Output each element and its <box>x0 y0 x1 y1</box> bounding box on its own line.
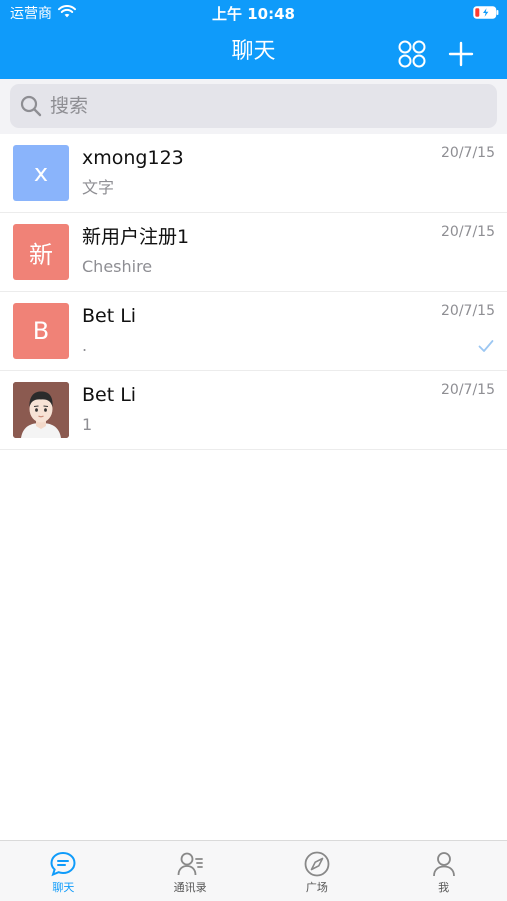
search-icon <box>20 95 42 117</box>
search-input[interactable] <box>48 94 452 118</box>
conversation-name: Bet Li <box>82 305 137 327</box>
apps-grid-icon <box>398 40 426 68</box>
battery-icon <box>473 6 499 19</box>
avatar-initial: B <box>32 317 50 345</box>
read-check-icon <box>478 340 494 352</box>
tab-me[interactable]: 我 <box>380 841 507 901</box>
top-bar: 运营商 上午 10:48 聊天 <box>0 0 507 79</box>
conversation-row[interactable]: Bet Li 1 20/7/15 <box>0 371 507 450</box>
user-portrait-icon <box>13 382 69 438</box>
plus-icon <box>448 41 474 67</box>
avatar: x <box>13 145 69 201</box>
conversation-row[interactable]: B Bet Li . 20/7/15 <box>0 292 507 371</box>
tab-contacts[interactable]: 通讯录 <box>127 841 254 901</box>
chat-icon <box>50 851 76 877</box>
compass-icon <box>304 851 330 877</box>
profile-icon <box>432 852 455 877</box>
conversation-row[interactable]: x xmong123 文字 20/7/15 <box>0 134 507 213</box>
tab-label: 通讯录 <box>173 881 207 894</box>
avatar-initial: x <box>33 159 49 187</box>
conversation-preview: Cheshire <box>82 257 153 276</box>
apps-button[interactable] <box>396 38 428 70</box>
conversation-list: x xmong123 文字 20/7/15 新 新用户注册1 Cheshire … <box>0 134 507 450</box>
avatar: 新 <box>13 224 69 280</box>
avatar-initial: 新 <box>29 240 53 269</box>
search-box[interactable] <box>10 84 497 128</box>
tab-plaza[interactable]: 广场 <box>254 841 381 901</box>
search-bar <box>0 79 507 134</box>
conversation-time: 20/7/15 <box>441 145 495 161</box>
contacts-icon <box>177 852 204 876</box>
conversation-time: 20/7/15 <box>441 303 495 319</box>
add-button[interactable] <box>445 38 477 70</box>
conversation-preview: 文字 <box>82 178 115 197</box>
conversation-row[interactable]: 新 新用户注册1 Cheshire 20/7/15 <box>0 213 507 292</box>
conversation-name: xmong123 <box>82 147 184 169</box>
conversation-name: 新用户注册1 <box>82 226 190 248</box>
tab-label: 聊天 <box>52 881 75 894</box>
conversation-preview: . <box>82 336 88 355</box>
conversation-preview: 1 <box>82 415 93 434</box>
tab-chat[interactable]: 聊天 <box>0 841 127 901</box>
status-time: 上午 10:48 <box>212 5 295 23</box>
tab-label: 我 <box>438 881 450 894</box>
tab-bar: 聊天 通讯录 广场 我 <box>0 840 507 901</box>
avatar: B <box>13 303 69 359</box>
tab-label: 广场 <box>305 881 328 894</box>
conversation-time: 20/7/15 <box>441 382 495 398</box>
conversation-name: Bet Li <box>82 384 137 406</box>
avatar-photo <box>13 382 69 438</box>
conversation-time: 20/7/15 <box>441 224 495 240</box>
page-title: 聊天 <box>231 39 276 64</box>
